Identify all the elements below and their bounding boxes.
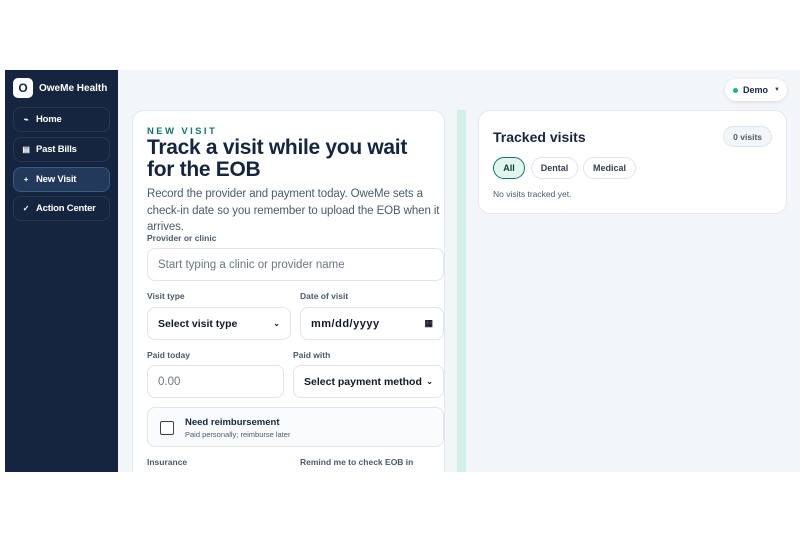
brand[interactable]: O OweMe Health [13, 78, 107, 98]
insurance-label: Insurance [147, 457, 188, 467]
sidebar-item-label: New Visit [36, 174, 77, 185]
reimbursement-subtitle: Paid personally; reimburse later [185, 430, 291, 439]
sidebar-item-new-visit[interactable]: + New Visit [13, 167, 110, 192]
tracked-title: Tracked visits [493, 129, 586, 145]
chevron-down-icon: ⌄ [426, 377, 433, 386]
empty-state-text: No visits tracked yet. [493, 189, 572, 199]
paid-with-value: Select payment method [304, 375, 422, 388]
tracked-visits-card: Tracked visits 0 visits All Dental Medic… [478, 110, 787, 214]
home-icon: ⌁ [23, 115, 29, 124]
provider-label: Provider or clinic [147, 233, 217, 243]
filter-chip-all[interactable]: All [493, 157, 525, 179]
sidebar-item-past-bills[interactable]: ▤ Past Bills [13, 137, 110, 162]
sidebar-item-action-center[interactable]: ✓ Action Center [13, 196, 110, 221]
page-description: Record the provider and payment today. O… [147, 188, 440, 233]
check-icon: ✓ [22, 204, 30, 213]
filter-chip-dental[interactable]: Dental [531, 157, 578, 179]
account-menu-button[interactable]: Demo ▼ [725, 79, 787, 101]
page-title: Track a visit while you wait for the EOB [147, 136, 408, 181]
chevron-down-icon: ⌄ [273, 319, 280, 328]
remind-label: Remind me to check EOB in [300, 457, 414, 467]
status-dot [733, 87, 738, 93]
paid-today-input[interactable]: 0.00 [147, 365, 284, 398]
sidebar: O OweMe Health ⌁ Home ▤ Past Bills + New… [5, 70, 118, 472]
date-input[interactable]: mm/dd/yyyy ▦ [300, 307, 444, 340]
paid-today-placeholder: 0.00 [158, 375, 181, 388]
plus-icon: + [23, 175, 29, 184]
brand-logo: O [13, 78, 33, 98]
sidebar-item-home[interactable]: ⌁ Home [13, 107, 110, 132]
reimbursement-title: Need reimbursement [185, 417, 280, 428]
provider-input[interactable]: Start typing a clinic or provider name [147, 248, 444, 281]
app-window: O OweMe Health ⌁ Home ▤ Past Bills + New… [5, 70, 800, 472]
visit-type-label: Visit type [147, 291, 185, 301]
account-label: Demo [743, 85, 769, 95]
calendar-icon[interactable]: ▦ [424, 318, 433, 329]
paid-with-label: Paid with [293, 350, 331, 360]
visit-count-badge: 0 visits [723, 126, 772, 147]
paid-today-label: Paid today [147, 350, 190, 360]
sidebar-item-label: Action Center [36, 203, 96, 214]
provider-placeholder: Start typing a clinic or provider name [158, 258, 345, 271]
visit-type-select[interactable]: Select visit type ⌄ [147, 307, 291, 340]
new-visit-card: NEW VISIT Track a visit while you wait f… [132, 110, 445, 472]
sidebar-item-label: Home [36, 114, 62, 125]
reimbursement-checkbox[interactable] [160, 421, 174, 435]
filter-chip-medical[interactable]: Medical [583, 157, 636, 179]
visit-type-value: Select visit type [158, 317, 238, 330]
sidebar-item-label: Past Bills [36, 144, 77, 155]
paid-with-select[interactable]: Select payment method ⌄ [293, 365, 444, 398]
reimbursement-option[interactable]: Need reimbursement Paid personally; reim… [147, 407, 444, 447]
brand-name: OweMe Health [39, 82, 108, 94]
list-icon: ▤ [22, 145, 30, 154]
panel-divider [457, 110, 466, 472]
date-value: mm/dd/yyyy [311, 317, 380, 330]
date-label: Date of visit [300, 291, 349, 301]
chevron-down-icon: ▼ [774, 87, 780, 93]
